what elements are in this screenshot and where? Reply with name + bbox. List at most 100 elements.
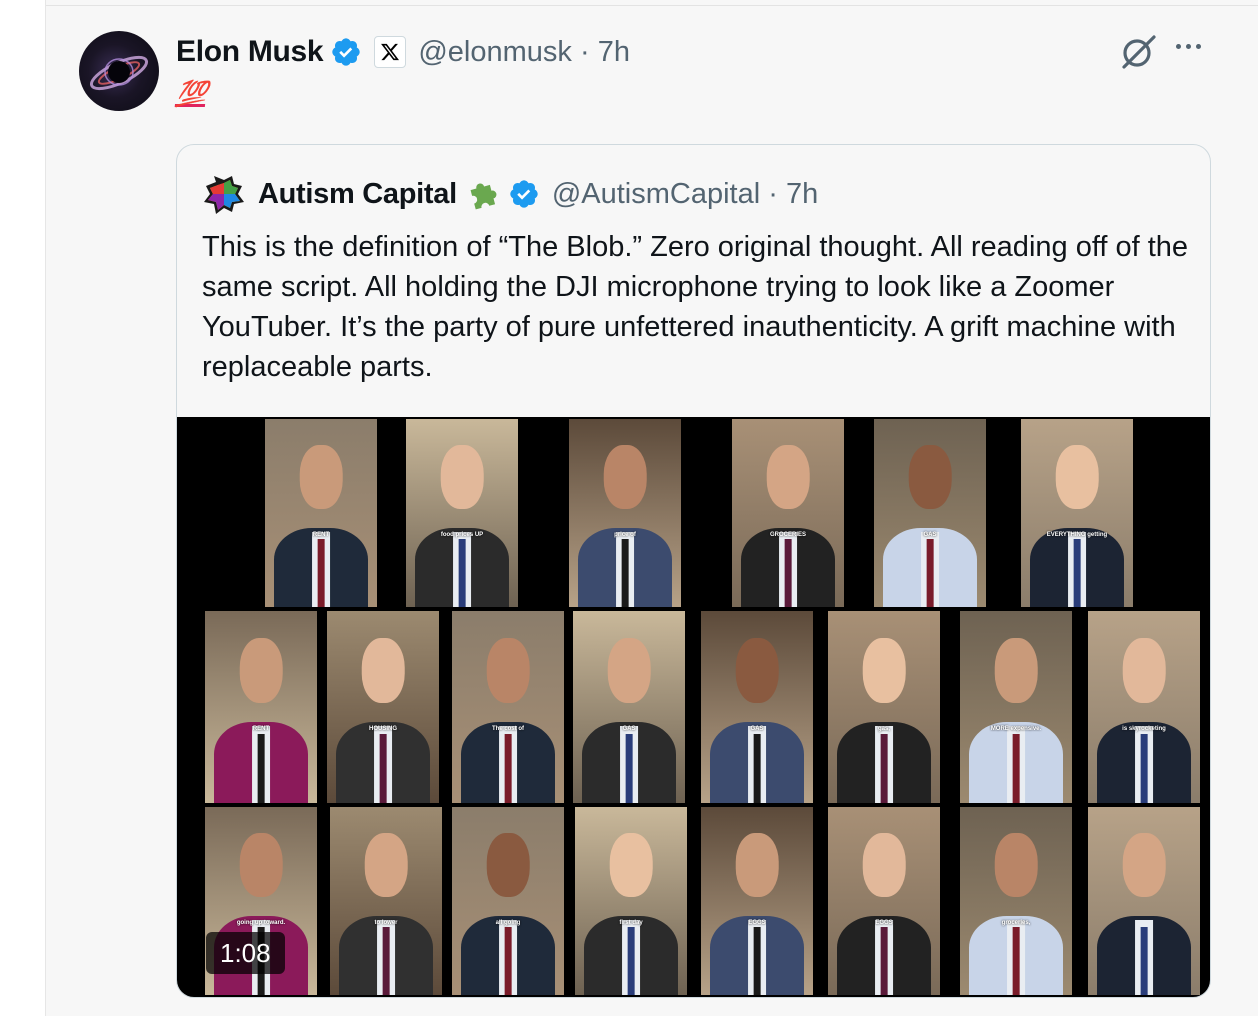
- person-head: [766, 445, 810, 510]
- puzzle-icon: [466, 177, 500, 211]
- person-tie: [1140, 927, 1148, 995]
- person-tie: [926, 539, 934, 607]
- black-hole-image: [89, 55, 149, 91]
- person-head: [735, 637, 779, 704]
- person-tie: [753, 733, 761, 803]
- video-frame-tile: RENT: [205, 611, 317, 803]
- video-player[interactable]: RENT food prices UP price of GROCERIES GAS EV…: [177, 417, 1210, 997]
- person-head: [239, 637, 283, 704]
- video-caption: GAS: [923, 531, 937, 538]
- author-name[interactable]: Elon Musk: [176, 35, 324, 69]
- tweet-text: 💯: [174, 80, 208, 108]
- quoted-author-name[interactable]: Autism Capital: [258, 178, 457, 211]
- person-tie: [257, 733, 265, 803]
- person-tie: [1140, 733, 1148, 803]
- x-logo-icon: [374, 36, 407, 68]
- person-head: [994, 637, 1038, 704]
- tweet-divider: [46, 5, 1258, 6]
- video-caption: all going: [495, 919, 521, 926]
- quoted-tweet[interactable]: Autism Capital @AutismCapital · 7h This …: [176, 144, 1211, 998]
- video-caption: EVERYTHING getting: [1046, 531, 1108, 538]
- video-frame-tile: gas,: [828, 611, 940, 803]
- person-tie: [880, 733, 888, 803]
- quoted-tweet-header: Autism Capital @AutismCapital · 7h: [202, 173, 818, 215]
- video-caption: GAS: [622, 726, 636, 733]
- video-frame-tile: GAS: [573, 611, 685, 803]
- video-frame-tile: is skyrocketing: [1088, 611, 1200, 803]
- video-frame-tile: The cost of: [452, 611, 564, 803]
- video-frame-tile: GROCERIES: [732, 419, 844, 607]
- grok-icon[interactable]: [1120, 33, 1158, 76]
- video-frame-tile: groceries,: [960, 807, 1072, 995]
- video-frame-tile: EGGS: [701, 807, 813, 995]
- person-tie: [753, 927, 761, 995]
- tweet-time: 7h: [597, 35, 630, 68]
- person-tie: [1073, 539, 1081, 607]
- video-frame-tile: MORE expensive.: [960, 611, 1072, 803]
- person-head: [609, 833, 653, 898]
- person-tie: [627, 927, 635, 995]
- person-head: [364, 833, 408, 898]
- person-tie: [1012, 733, 1020, 803]
- quoted-tweet-text: This is the definition of “The Blob.” Ze…: [202, 231, 1189, 383]
- person-tie: [382, 927, 390, 995]
- video-caption: food prices UP: [440, 531, 484, 538]
- person-head: [862, 833, 906, 898]
- quoted-tweet-time: 7h: [785, 177, 819, 210]
- person-tie: [458, 539, 466, 607]
- video-frame-tile: all going: [452, 807, 564, 995]
- person-tie: [504, 927, 512, 995]
- video-caption: HOUSING: [368, 726, 397, 733]
- person-head: [361, 637, 405, 704]
- video-caption: price of: [614, 531, 636, 538]
- video-frame-tile: to lower: [330, 807, 442, 995]
- person-head: [1055, 445, 1099, 510]
- tweet-header: Elon Musk @elonmusk · 7h: [176, 30, 630, 74]
- video-caption: is skyrocketing: [1122, 726, 1166, 733]
- person-head: [908, 445, 952, 510]
- video-caption: EGGS: [748, 919, 766, 926]
- video-duration: 1:08: [206, 932, 285, 974]
- person-head: [299, 445, 343, 510]
- person-tie: [504, 733, 512, 803]
- rainbow-puzzle-avatar[interactable]: [202, 172, 246, 216]
- video-frame-tile: food prices UP: [406, 419, 518, 607]
- person-head: [603, 445, 647, 510]
- video-caption: GROCERIES: [769, 531, 806, 538]
- person-tie: [621, 539, 629, 607]
- person-tie: [379, 733, 387, 803]
- person-tie: [1012, 927, 1020, 995]
- video-frame-tile: GAS: [874, 419, 986, 607]
- quoted-author-handle[interactable]: @AutismCapital · 7h: [552, 178, 818, 211]
- verified-badge-icon[interactable]: [330, 36, 362, 68]
- video-caption: groceries,: [1001, 919, 1031, 926]
- author-handle[interactable]: @elonmusk · 7h: [418, 36, 630, 69]
- video-frame-tile: EGGS: [828, 807, 940, 995]
- more-icon[interactable]: [1176, 44, 1201, 49]
- video-caption: going up toward.: [236, 919, 286, 926]
- video-caption: first day: [619, 919, 643, 926]
- video-frame-tile: EVERYTHING getting: [1021, 419, 1133, 607]
- author-avatar[interactable]: [79, 31, 159, 111]
- video-frame-tile: RENT: [265, 419, 377, 607]
- video-caption: GAS: [750, 726, 764, 733]
- verified-badge-icon[interactable]: [508, 178, 540, 210]
- video-caption: The cost of: [491, 726, 524, 733]
- video-frame-tile: [1088, 807, 1200, 995]
- person-tie: [625, 733, 633, 803]
- person-tie: [880, 927, 888, 995]
- video-frame-tile: HOUSING: [327, 611, 439, 803]
- person-head: [735, 833, 779, 898]
- video-caption: gas,: [877, 726, 890, 733]
- video-caption: RENT: [312, 531, 330, 538]
- person-head: [1122, 833, 1166, 898]
- person-head: [862, 637, 906, 704]
- person-head: [1122, 637, 1166, 704]
- video-frame-tile: price of: [569, 419, 681, 607]
- person-head: [994, 833, 1038, 898]
- video-caption: EGGS: [875, 919, 893, 926]
- person-head: [440, 445, 484, 510]
- video-frame-tile: GAS: [701, 611, 813, 803]
- page-margin: [0, 0, 46, 1016]
- video-caption: MORE expensive.: [990, 726, 1042, 733]
